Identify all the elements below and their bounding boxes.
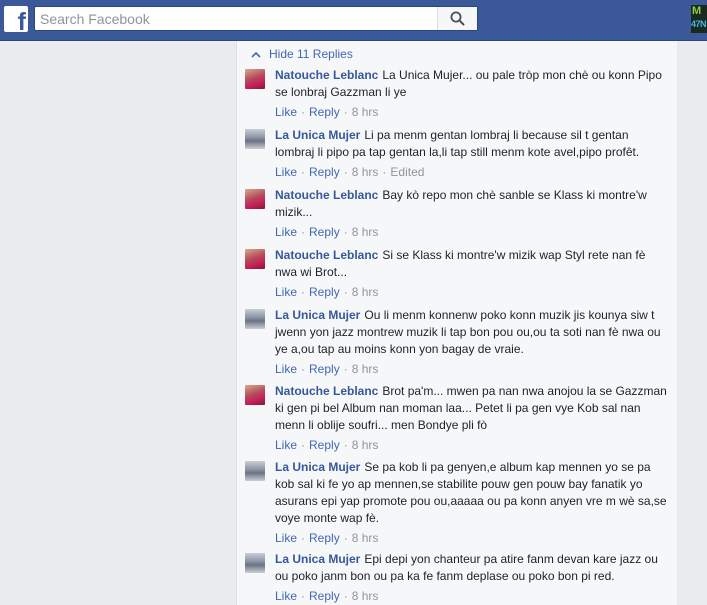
comment-actions: Like · Reply · 8 hrs bbox=[275, 589, 379, 603]
avatar[interactable] bbox=[245, 461, 265, 481]
comment-actions: Like · Reply · 8 hrs bbox=[275, 105, 379, 119]
comment-author-link[interactable]: Natouche Leblanc bbox=[275, 384, 378, 398]
comment-author-link[interactable]: La Unica Mujer bbox=[275, 128, 360, 142]
reply-link[interactable]: Reply bbox=[309, 105, 340, 119]
reply-link[interactable]: Reply bbox=[309, 285, 340, 299]
search-button[interactable] bbox=[437, 7, 477, 30]
reply-link[interactable]: Reply bbox=[309, 438, 340, 452]
comment-actions: Like · Reply · 8 hrs bbox=[275, 285, 379, 299]
comment-body: La Unica Mujer Se pa kob li pa genyen,e a… bbox=[275, 459, 670, 527]
comment-author-link[interactable]: La Unica Mujer bbox=[275, 460, 360, 474]
top-navigation-bar: f M 47N bbox=[0, 0, 707, 41]
badge-bottom-text: 47N bbox=[691, 19, 707, 29]
reply-link[interactable]: Reply bbox=[309, 165, 340, 179]
badge-top-text: M bbox=[692, 5, 702, 17]
hide-replies-link[interactable]: Hide 11 Replies bbox=[251, 47, 353, 61]
comment-author-link[interactable]: La Unica Mujer bbox=[275, 308, 360, 322]
like-link[interactable]: Like bbox=[275, 362, 297, 376]
comment-author-link[interactable]: La Unica Mujer bbox=[275, 552, 360, 566]
comment-body: La Unica Mujer Ou li menm konnenw poko ko… bbox=[275, 307, 670, 358]
comment-timestamp[interactable]: 8 hrs bbox=[352, 225, 379, 239]
comment-body: Natouche Leblanc Brot pa'm... mwen pa nan… bbox=[275, 383, 670, 434]
comment-author-link[interactable]: Natouche Leblanc bbox=[275, 68, 378, 82]
avatar[interactable] bbox=[245, 189, 265, 209]
avatar[interactable] bbox=[245, 553, 265, 573]
comment-timestamp[interactable]: 8 hrs bbox=[352, 285, 379, 299]
comment-timestamp[interactable]: 8 hrs bbox=[352, 589, 379, 603]
comment-timestamp[interactable]: 8 hrs bbox=[352, 531, 379, 545]
app-badge-icon[interactable]: M 47N bbox=[691, 5, 707, 33]
like-link[interactable]: Like bbox=[275, 438, 297, 452]
comment-timestamp[interactable]: 8 hrs bbox=[352, 438, 379, 452]
avatar[interactable] bbox=[245, 69, 265, 89]
hide-replies-label: Hide 11 Replies bbox=[269, 47, 353, 61]
reply-link[interactable]: Reply bbox=[309, 362, 340, 376]
comment-body: La Unica Mujer Epi depi yon chanteur pa a… bbox=[275, 551, 670, 585]
comment-body: La Unica Mujer Li pa menm gentan lombraj … bbox=[275, 127, 670, 161]
search-input[interactable] bbox=[35, 7, 439, 30]
comment-actions: Like · Reply · 8 hrs bbox=[275, 438, 379, 452]
reply-link[interactable]: Reply bbox=[309, 225, 340, 239]
search-icon bbox=[450, 11, 465, 26]
comment-timestamp[interactable]: 8 hrs bbox=[352, 105, 379, 119]
like-link[interactable]: Like bbox=[275, 589, 297, 603]
avatar[interactable] bbox=[245, 309, 265, 329]
comment-actions: Like · Reply · 8 hrs bbox=[275, 531, 379, 545]
comment-actions: Like · Reply · 8 hrs bbox=[275, 225, 379, 239]
comment-author-link[interactable]: Natouche Leblanc bbox=[275, 248, 378, 262]
comment-actions: Like · Reply · 8 hrs bbox=[275, 362, 379, 376]
like-link[interactable]: Like bbox=[275, 285, 297, 299]
like-link[interactable]: Like bbox=[275, 165, 297, 179]
avatar[interactable] bbox=[245, 129, 265, 149]
like-link[interactable]: Like bbox=[275, 105, 297, 119]
facebook-logo-glyph: f bbox=[17, 8, 26, 32]
avatar[interactable] bbox=[245, 385, 265, 405]
comment-replies-panel: Hide 11 Replies Natouche Leblanc La Unica… bbox=[236, 41, 677, 605]
facebook-logo-icon[interactable]: f bbox=[4, 6, 28, 32]
like-link[interactable]: Like bbox=[275, 225, 297, 239]
comment-author-link[interactable]: Natouche Leblanc bbox=[275, 188, 378, 202]
comment-body: Natouche Leblanc Bay kò repo mon chè sanb… bbox=[275, 187, 670, 221]
avatar[interactable] bbox=[245, 249, 265, 269]
reply-link[interactable]: Reply bbox=[309, 589, 340, 603]
reply-link[interactable]: Reply bbox=[309, 531, 340, 545]
like-link[interactable]: Like bbox=[275, 531, 297, 545]
search-bar bbox=[34, 6, 478, 31]
comment-timestamp[interactable]: 8 hrs bbox=[352, 362, 379, 376]
comment-actions: Like · Reply · 8 hrs · Edited bbox=[275, 165, 425, 179]
chevron-up-icon bbox=[251, 47, 261, 61]
comment-body: Natouche Leblanc La Unica Mujer... ou pal… bbox=[275, 67, 670, 101]
comment-body: Natouche Leblanc Si se Klass ki montre'w … bbox=[275, 247, 670, 281]
edited-label: Edited bbox=[390, 165, 425, 179]
comment-timestamp[interactable]: 8 hrs bbox=[352, 165, 379, 179]
